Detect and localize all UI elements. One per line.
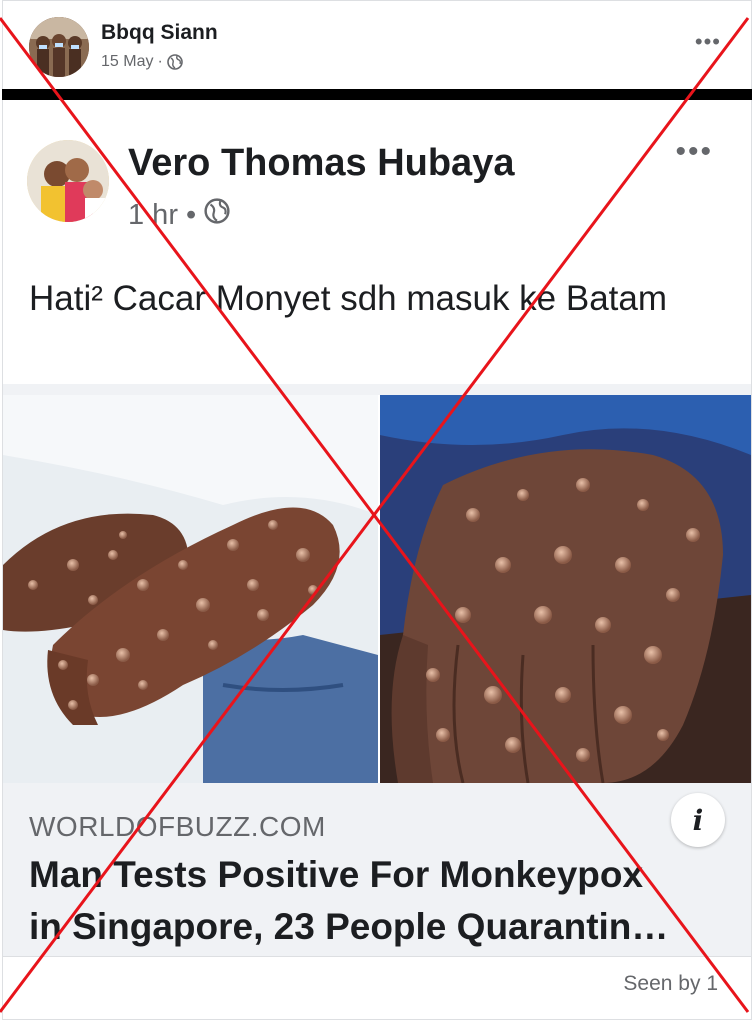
shared-post-header: Vero Thomas Hubaya 1 hr • ••• Hati² Caca…: [3, 112, 751, 384]
shared-post-author: Vero Thomas Hubaya: [128, 142, 515, 184]
post-photo: [3, 395, 751, 783]
link-title: Man Tests Positive For Monkeypox in Sing…: [29, 849, 729, 953]
link-domain: WORLDOFBUZZ.COM: [29, 811, 326, 842]
shared-meta-separator: •: [185, 198, 197, 231]
post-author[interactable]: Bbqq Siann: [101, 21, 218, 45]
meta-separator: ·: [157, 53, 163, 70]
link-title-line-1: Man Tests Positive For Monkeypox: [29, 854, 644, 895]
more-options-icon: •••: [675, 135, 713, 168]
globe-icon: [166, 54, 183, 70]
divider-bar: [2, 89, 752, 100]
avatar[interactable]: [29, 17, 89, 77]
link-preview: WORLDOFBUZZ.COM Man Tests Positive For M…: [3, 783, 751, 957]
link-title-line-2: in Singapore, 23 People Quarantin…: [29, 906, 669, 947]
shared-post-text: Hati² Cacar Monyet sdh masuk ke Batam: [29, 279, 668, 318]
post-date[interactable]: 15 May: [101, 53, 153, 71]
post-header: Bbqq Siann 15 May · •••: [3, 1, 751, 91]
shared-screenshot: Vero Thomas Hubaya 1 hr • ••• Hati² Caca…: [3, 112, 751, 957]
globe-icon: [204, 198, 230, 232]
more-options-icon[interactable]: •••: [695, 31, 721, 53]
shared-post-meta: 1 hr •: [128, 198, 230, 232]
shared-post-time: 1 hr: [128, 198, 178, 231]
avatar-image: [29, 17, 89, 77]
info-icon: i: [671, 793, 725, 847]
seen-by-count[interactable]: Seen by 1: [623, 972, 718, 996]
shared-avatar-image: [27, 140, 109, 222]
footer-divider: [3, 956, 751, 957]
shared-avatar: [27, 140, 109, 222]
rash-photo: [3, 395, 751, 783]
post-meta: 15 May ·: [101, 53, 183, 71]
